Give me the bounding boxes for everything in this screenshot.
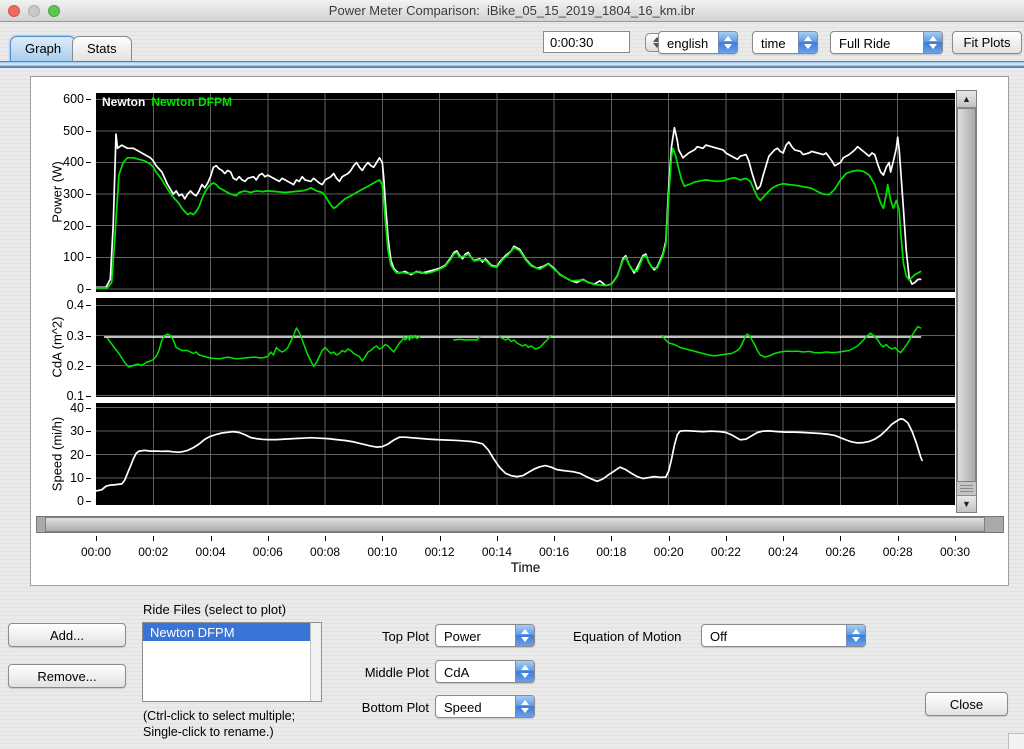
y-tick-label: 40	[70, 401, 92, 415]
bottom-plot-dropdown[interactable]: Speed	[435, 695, 535, 718]
vertical-scrollbar[interactable]: ▲ ▼	[956, 90, 977, 513]
x-axis-mode-value: time	[761, 36, 786, 51]
y-tick-label: 600	[63, 92, 92, 106]
time-tick-label: 00:04	[189, 536, 233, 559]
y-tick-label: 0.4	[67, 298, 92, 312]
time-tick-label: 00:08	[303, 536, 347, 559]
power-plot[interactable]	[95, 93, 955, 292]
time-tick-label: 00:12	[418, 536, 462, 559]
cda-plot[interactable]	[96, 298, 955, 397]
window-title: Power Meter Comparison: iBike_05_15_2019…	[328, 3, 696, 18]
equation-of-motion-label: Equation of Motion	[573, 629, 682, 644]
plot-legend: Newton Newton DFPM	[102, 95, 238, 109]
bottom-plot-value: Speed	[444, 700, 482, 715]
x-axis-mode-dropdown[interactable]: time	[752, 31, 818, 54]
y-tick-label: 10	[70, 471, 92, 485]
time-tick-label: 00:22	[704, 536, 748, 559]
tab-stats[interactable]: Stats	[72, 36, 132, 61]
top-plot-value: Power	[444, 629, 481, 644]
speed-axis-ticks: 0 10 20 30 40	[44, 401, 92, 508]
fit-plots-button[interactable]: Fit Plots	[952, 31, 1022, 54]
list-hint-line1: (Ctrl-click to select multiple;	[143, 709, 296, 723]
time-tick-label: 00:10	[360, 536, 404, 559]
ride-files-list[interactable]: Newton DFPM	[142, 622, 322, 702]
middle-plot-dropdown[interactable]: CdA	[435, 660, 535, 683]
ride-files-label: Ride Files (select to plot)	[143, 602, 287, 617]
y-tick-label: 300	[63, 187, 92, 201]
time-tick-label: 00:28	[876, 536, 920, 559]
tab-pane-edge	[0, 61, 1024, 68]
power-axis-ticks: 0 100 200 300 400 500 600	[44, 92, 92, 296]
chevron-up-down-icon	[515, 661, 534, 682]
legend-newton: Newton	[102, 95, 146, 109]
legend-newton-dfpm: Newton DFPM	[151, 95, 233, 109]
chevron-up-down-icon	[798, 32, 817, 53]
y-tick-label: 0.3	[67, 329, 92, 343]
y-tick-label: 30	[70, 424, 92, 438]
units-value: english	[667, 36, 709, 51]
vertical-scroll-thumb[interactable]	[957, 108, 976, 482]
horizontal-scrollbar[interactable]	[36, 516, 1004, 533]
top-plot-dropdown[interactable]: Power	[435, 624, 535, 647]
time-window-field[interactable]: 0:00:30	[543, 31, 630, 53]
list-hint-line2: Single-click to rename.)	[143, 725, 274, 739]
time-tick-label: 00:14	[475, 536, 519, 559]
time-axis-ticks: 00:00 00:02 00:04 00:06 00:08 00:10 00:12 00:14…	[81, 536, 970, 562]
y-tick-label: 100	[63, 250, 92, 264]
y-tick-label: 0	[77, 282, 92, 296]
tab-graph[interactable]: Graph	[10, 36, 77, 61]
time-axis-title: Time	[510, 560, 541, 575]
time-tick-label: 00:02	[131, 536, 175, 559]
range-dropdown[interactable]: Full Ride	[830, 31, 943, 54]
units-dropdown[interactable]: english	[658, 31, 738, 54]
chevron-up-down-icon	[718, 32, 737, 53]
time-tick-label: 00:20	[647, 536, 691, 559]
scroll-up-icon[interactable]: ▲	[957, 91, 976, 108]
bottom-plot-label: Bottom Plot	[361, 700, 429, 715]
equation-of-motion-dropdown[interactable]: Off	[701, 624, 866, 647]
cda-axis-ticks: 0.1 0.2 0.3 0.4	[44, 298, 92, 403]
app-window: Power Meter Comparison: iBike_05_15_2019…	[0, 0, 1024, 749]
y-tick-label: 400	[63, 155, 92, 169]
middle-plot-value: CdA	[444, 665, 470, 680]
equation-of-motion-value: Off	[710, 629, 728, 644]
y-tick-label: 200	[63, 219, 92, 233]
y-tick-label: 500	[63, 124, 92, 138]
time-tick-label: 00:26	[818, 536, 862, 559]
speed-plot[interactable]	[95, 403, 955, 505]
y-tick-label: 20	[70, 448, 92, 462]
close-button[interactable]: Close	[925, 692, 1008, 716]
remove-file-button[interactable]: Remove...	[8, 664, 126, 688]
chevron-up-down-icon	[923, 32, 942, 53]
time-tick-label: 00:06	[246, 536, 290, 559]
time-tick-label: 00:18	[589, 536, 633, 559]
chevron-up-down-icon	[515, 625, 534, 646]
time-tick-label: 00:24	[761, 536, 805, 559]
top-plot-label: Top Plot	[382, 629, 429, 644]
chevron-up-down-icon	[515, 696, 534, 717]
middle-plot-label: Middle Plot	[364, 665, 429, 680]
resize-grip[interactable]	[1008, 733, 1024, 749]
y-tick-label: 0.2	[67, 359, 92, 373]
range-value: Full Ride	[839, 36, 891, 51]
time-tick-label: 00:30	[933, 536, 977, 559]
time-tick-label: 00:16	[532, 536, 576, 559]
add-file-button[interactable]: Add...	[8, 623, 126, 647]
horizontal-scroll-thumb[interactable]	[45, 517, 985, 532]
time-tick-label: 00:00	[74, 536, 118, 559]
scroll-grip-icon	[960, 485, 973, 492]
y-tick-label: 0	[77, 494, 92, 508]
title-bar: Power Meter Comparison: iBike_05_15_2019…	[0, 0, 1024, 22]
list-scrollbar[interactable]	[310, 623, 321, 701]
scroll-down-icon[interactable]: ▼	[957, 495, 976, 512]
list-item[interactable]: Newton DFPM	[143, 623, 310, 641]
chevron-up-down-icon	[846, 625, 865, 646]
